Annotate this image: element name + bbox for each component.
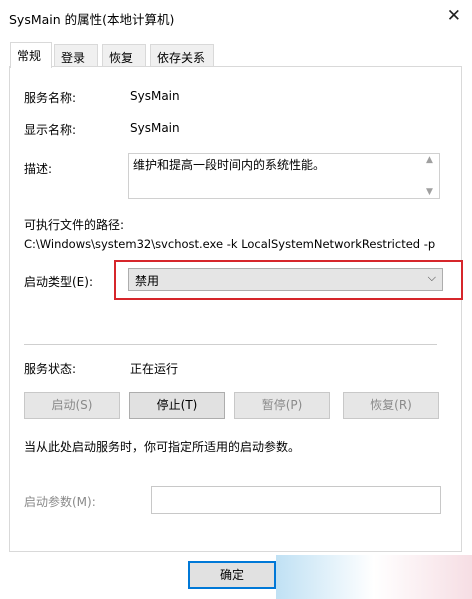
tab-recovery[interactable]: 恢复 <box>102 44 146 67</box>
title-bar: SysMain 的属性(本地计算机) ✕ <box>0 0 472 34</box>
tab-dependencies[interactable]: 依存关系 <box>150 44 214 67</box>
scroll-up-icon[interactable]: ▲ <box>426 155 433 165</box>
display-name-label: 显示名称: <box>24 123 77 137</box>
description-text: 维护和提高一段时间内的系统性能。 <box>133 158 326 172</box>
path-label: 可执行文件的路径: <box>24 218 125 232</box>
service-name-label: 服务名称: <box>24 91 77 105</box>
startup-type-label: 启动类型(E): <box>24 275 93 289</box>
tab-general[interactable]: 常规 <box>10 42 52 68</box>
start-params-label: 启动参数(M): <box>24 495 96 509</box>
decorative-gradient <box>276 555 472 599</box>
window-title: SysMain 的属性(本地计算机) <box>9 12 175 27</box>
description-textarea[interactable]: 维护和提高一段时间内的系统性能。 ▲ ▼ <box>128 153 440 199</box>
description-scrollbar[interactable]: ▲ ▼ <box>423 154 439 198</box>
start-params-input[interactable] <box>151 486 441 514</box>
divider <box>24 344 437 345</box>
start-params-hint: 当从此处启动服务时，你可指定所适用的启动参数。 <box>24 440 301 454</box>
resume-button[interactable]: 恢复(R) <box>343 392 439 419</box>
description-label: 描述: <box>24 162 53 176</box>
stop-button[interactable]: 停止(T) <box>129 392 225 419</box>
path-value: C:\Windows\system32\svchost.exe -k Local… <box>24 237 436 251</box>
general-tab-panel <box>9 66 462 552</box>
ok-button[interactable]: 确定 <box>188 561 276 589</box>
pause-button[interactable]: 暂停(P) <box>234 392 330 419</box>
service-status-label: 服务状态: <box>24 362 77 376</box>
service-status-value: 正在运行 <box>130 362 179 376</box>
startup-type-select[interactable]: 禁用 ⌵ <box>128 268 443 291</box>
service-name-value: SysMain <box>130 89 180 103</box>
chevron-down-icon: ⌵ <box>427 271 436 284</box>
start-button[interactable]: 启动(S) <box>24 392 120 419</box>
tab-logon[interactable]: 登录 <box>54 44 98 67</box>
display-name-value: SysMain <box>130 121 180 135</box>
close-icon[interactable]: ✕ <box>447 6 461 26</box>
startup-type-value: 禁用 <box>135 274 160 288</box>
scroll-down-icon[interactable]: ▼ <box>426 187 433 197</box>
